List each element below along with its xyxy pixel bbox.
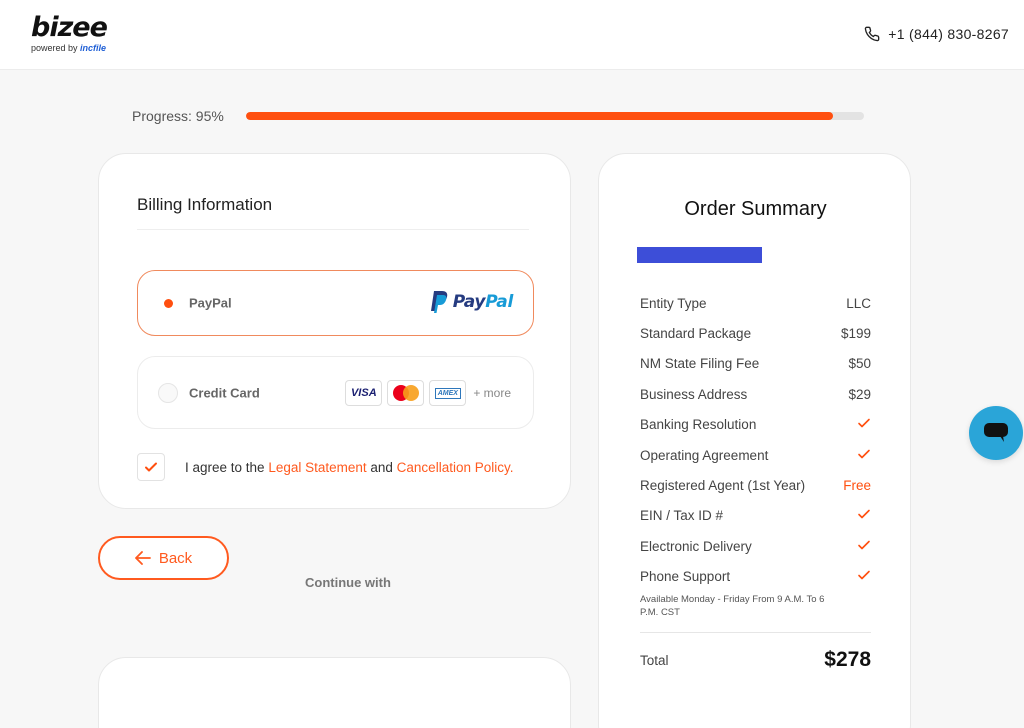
mastercard-icon — [392, 385, 419, 401]
payment-button-card — [98, 657, 571, 728]
amex-icon: AMEX — [434, 387, 461, 399]
logo-subtitle: powered by incfile — [31, 43, 107, 53]
logo-wordmark: bizee — [31, 12, 108, 43]
check-icon — [145, 462, 157, 472]
summary-row-label: Electronic Delivery — [640, 538, 752, 554]
summary-row: Entity Type LLC — [640, 288, 871, 318]
order-summary-card: Order Summary Entity Type LLC Standard Pac… — [598, 153, 911, 728]
more-cards-text: + more — [473, 386, 511, 400]
check-icon — [857, 416, 871, 433]
progress-fill — [246, 112, 834, 120]
summary-row: Electronic Delivery — [640, 531, 871, 561]
paypal-label: PayPal — [189, 295, 232, 311]
summary-row-value: $29 — [848, 386, 871, 402]
summary-row-label: Registered Agent (1st Year) — [640, 478, 806, 494]
summary-row-value: $199 — [840, 326, 871, 342]
summary-row-value: $50 — [848, 356, 871, 372]
billing-divider — [137, 229, 529, 230]
summary-divider — [640, 632, 871, 633]
continue-with-label: Continue with — [305, 575, 391, 590]
summary-row-label: Standard Package — [640, 326, 752, 342]
progress-label: Progress: 95% — [132, 108, 224, 124]
logo-sub-prefix: powered by — [31, 43, 78, 53]
summary-row-label: Entity Type — [640, 295, 707, 311]
paypal-radio[interactable] — [158, 293, 178, 313]
visa-badge: VISA — [345, 380, 383, 406]
credit-card-option[interactable]: Credit Card VISA AMEX + more — [137, 356, 534, 429]
phone-icon — [865, 26, 880, 42]
mastercard-badge — [387, 380, 425, 406]
chat-button[interactable] — [969, 406, 1023, 460]
phone-number: +1 (844) 830-8267 — [888, 26, 1009, 42]
paypal-option[interactable]: PayPal PayPal — [137, 270, 534, 336]
summary-row: Standard Package $199 — [640, 318, 871, 348]
phone-link[interactable]: +1 (844) 830-8267 — [864, 26, 1009, 42]
paypal-logo: PayPal — [430, 291, 514, 313]
total-label: Total — [640, 652, 669, 668]
summary-row: Banking Resolution — [640, 410, 871, 440]
summary-row-label: EIN / Tax ID # — [640, 508, 724, 524]
check-icon — [857, 568, 871, 585]
card-brands: VISA AMEX + more — [345, 380, 511, 406]
check-icon — [857, 538, 871, 555]
summary-row: Operating Agreement — [640, 440, 871, 470]
support-note: Available Monday - Friday From 9 A.M. To… — [640, 593, 825, 618]
summary-rows: Entity Type LLC Standard Package $199 NM Sta… — [640, 288, 871, 619]
site-header: bizee powered by incfile +1 (844) 830-82… — [0, 0, 1024, 70]
billing-card: Billing Information PayPal PayPal Credit… — [98, 153, 571, 509]
paypal-icon — [430, 291, 447, 313]
summary-row: Phone Support — [640, 562, 871, 592]
bizee-logo[interactable]: bizee powered by incfile — [31, 12, 108, 54]
agree-prefix: I agree to the — [185, 459, 269, 475]
order-summary-title: Order Summary — [684, 198, 827, 220]
summary-row-label: Banking Resolution — [640, 417, 757, 433]
agree-mid: and — [366, 459, 397, 475]
summary-row-label: NM State Filing Fee — [640, 356, 760, 372]
summary-row: Business Address $29 — [640, 379, 871, 409]
credit-card-label: Credit Card — [189, 385, 260, 400]
summary-row-label: Phone Support — [640, 569, 731, 585]
summary-row: EIN / Tax ID # — [640, 501, 871, 531]
summary-row-label: Operating Agreement — [640, 447, 769, 463]
summary-row: NM State Filing Fee $50 — [640, 349, 871, 379]
credit-card-radio[interactable] — [158, 382, 178, 403]
summary-row-value: Free — [843, 478, 871, 494]
chat-icon — [984, 423, 1008, 442]
summary-row-value: LLC — [846, 295, 871, 311]
amex-badge: AMEX — [429, 380, 467, 406]
check-icon — [857, 447, 871, 464]
agree-text: I agree to the Legal Statement and Cance… — [185, 460, 513, 475]
progress-bar — [246, 112, 864, 120]
cancellation-policy-link[interactable]: Cancellation Policy. — [397, 460, 514, 475]
arrow-left-icon — [134, 551, 151, 565]
summary-row-label: Business Address — [640, 386, 748, 402]
summary-row: Registered Agent (1st Year) Free — [640, 470, 871, 500]
back-button[interactable]: Back — [98, 536, 229, 580]
logo-sub-brand: incfile — [80, 43, 107, 53]
agree-row: I agree to the Legal Statement and Cance… — [137, 453, 513, 481]
billing-title: Billing Information — [137, 195, 273, 214]
agree-checkbox[interactable] — [137, 453, 165, 481]
paypal-wordmark: PayPal — [452, 292, 514, 312]
legal-statement-link[interactable]: Legal Statement — [268, 460, 366, 475]
visa-icon: VISA — [350, 387, 377, 399]
back-label: Back — [158, 549, 193, 567]
total-value: $278 — [824, 648, 871, 671]
summary-color-bar — [637, 247, 762, 263]
total-row: Total $278 — [640, 648, 871, 672]
check-icon — [857, 507, 871, 524]
